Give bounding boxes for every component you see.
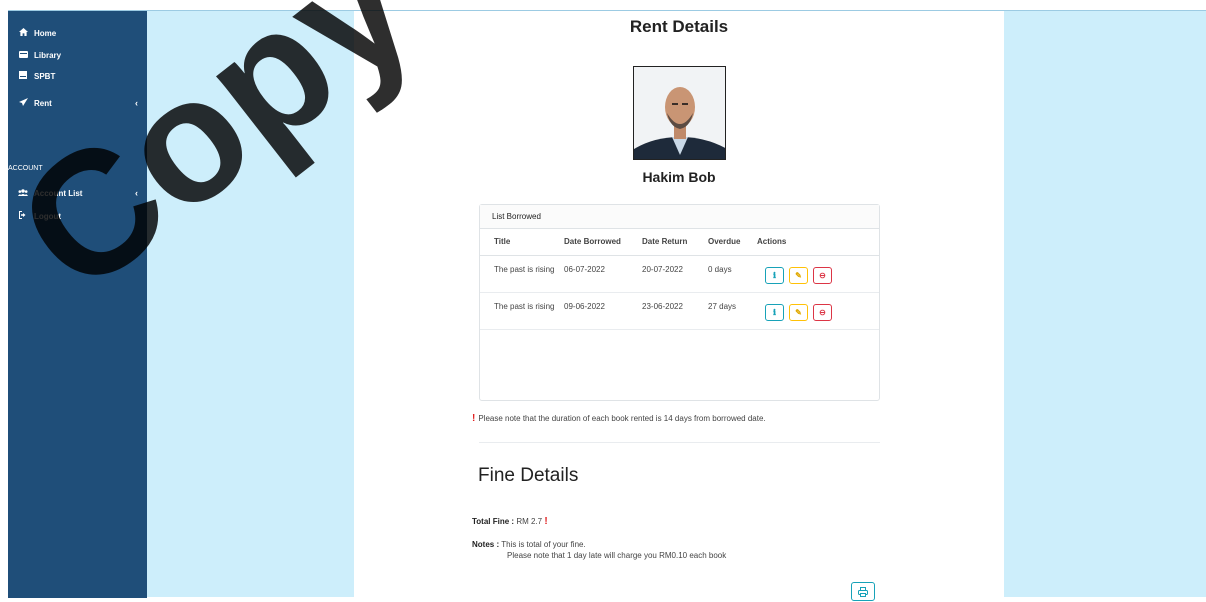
info-icon: ℹ — [772, 307, 777, 317]
fine-details-title: Fine Details — [478, 465, 579, 486]
pencil-icon: ✎ — [795, 270, 802, 280]
sidebar-item-logout[interactable]: Logout — [18, 208, 142, 224]
users-icon — [18, 188, 28, 198]
person-name: Hakim Bob — [642, 169, 716, 185]
cell-date-return: 20-07-2022 — [638, 255, 704, 293]
chevron-left-icon: ‹ — [135, 188, 138, 198]
sidebar: Home Library SPBT Rent ‹ ACCOUNT Account… — [8, 11, 147, 598]
pencil-icon: ✎ — [795, 307, 802, 317]
send-icon — [18, 98, 28, 108]
cell-title: The past is rising — [480, 292, 560, 330]
fine-notes: Notes : This is total of your fine. Plea… — [472, 539, 726, 561]
sidebar-item-label: Rent — [34, 98, 52, 108]
notes-label: Notes : — [472, 540, 500, 549]
column-header: Overdue — [704, 229, 753, 256]
cell-date-return: 23-06-2022 — [638, 292, 704, 330]
column-header: Date Return — [638, 229, 704, 256]
sidebar-item-home[interactable]: Home — [18, 25, 142, 41]
cell-title: The past is rising — [480, 255, 560, 293]
borrowed-list-card: List Borrowed Title Date Borrowed Date R… — [479, 204, 880, 401]
column-header: Actions — [753, 229, 879, 256]
sidebar-section-heading: ACCOUNT — [8, 165, 43, 172]
exclamation-icon: ! — [544, 516, 548, 527]
sidebar-item-account-list[interactable]: Account List ‹ — [18, 185, 142, 201]
home-icon — [18, 28, 28, 38]
table-row: The past is rising 06-07-2022 20-07-2022… — [480, 255, 879, 293]
borrowed-table: Title Date Borrowed Date Return Overdue … — [480, 229, 879, 330]
info-button[interactable]: ℹ — [765, 303, 784, 321]
library-icon — [18, 50, 28, 60]
delete-icon: ⊖ — [819, 307, 826, 317]
cell-overdue: 27 days — [704, 292, 753, 330]
notes-line-2: Please note that 1 day late will charge … — [507, 551, 727, 560]
table-header-row: Title Date Borrowed Date Return Overdue … — [480, 229, 879, 256]
book-icon — [18, 71, 28, 81]
column-header: Date Borrowed — [560, 229, 638, 256]
print-button[interactable] — [851, 582, 875, 601]
table-row: The past is rising 09-06-2022 23-06-2022… — [480, 292, 879, 330]
delete-button[interactable]: ⊖ — [813, 266, 832, 284]
sidebar-item-rent[interactable]: Rent ‹ — [18, 95, 142, 111]
exclamation-icon: ! — [472, 413, 476, 424]
sidebar-item-spbt[interactable]: SPBT — [18, 68, 142, 84]
info-button[interactable]: ℹ — [765, 266, 784, 284]
sidebar-item-label: Library — [34, 50, 62, 60]
total-fine-value: RM 2.7 — [516, 517, 543, 526]
chevron-left-icon: ‹ — [135, 98, 138, 108]
total-fine: Total Fine : RM 2.7 ! — [472, 516, 551, 527]
sidebar-item-label: SPBT — [34, 71, 56, 81]
app-frame: Home Library SPBT Rent ‹ ACCOUNT Account… — [8, 10, 1206, 601]
duration-note-text: Please note that the duration of each bo… — [478, 414, 766, 423]
profile-photo — [633, 66, 726, 160]
total-fine-label: Total Fine : — [472, 517, 515, 526]
print-icon — [858, 584, 868, 601]
edit-button[interactable]: ✎ — [789, 303, 808, 321]
delete-icon: ⊖ — [819, 270, 826, 280]
sidebar-item-label: Logout — [34, 211, 62, 221]
cell-actions: ℹ ✎ ⊖ — [753, 255, 879, 293]
duration-note: ! Please note that the duration of each b… — [472, 413, 766, 424]
logout-icon — [18, 211, 28, 221]
cell-date-borrowed: 09-06-2022 — [560, 292, 638, 330]
edit-button[interactable]: ✎ — [789, 266, 808, 284]
sidebar-item-label: Home — [34, 28, 57, 38]
column-header: Title — [480, 229, 560, 256]
cell-actions: ℹ ✎ ⊖ — [753, 292, 879, 330]
card-title: List Borrowed — [480, 205, 879, 229]
page-title: Rent Details — [629, 17, 729, 36]
sidebar-item-label: Account List — [34, 188, 83, 198]
cell-date-borrowed: 06-07-2022 — [560, 255, 638, 293]
notes-line-1: This is total of your fine. — [501, 540, 586, 549]
delete-button[interactable]: ⊖ — [813, 303, 832, 321]
divider — [479, 442, 880, 443]
sidebar-item-library[interactable]: Library — [18, 47, 142, 63]
info-icon: ℹ — [772, 270, 777, 280]
cell-overdue: 0 days — [704, 255, 753, 293]
rent-details-panel: Rent Details Hakim Bob List Borrowed Tit… — [354, 11, 1004, 601]
